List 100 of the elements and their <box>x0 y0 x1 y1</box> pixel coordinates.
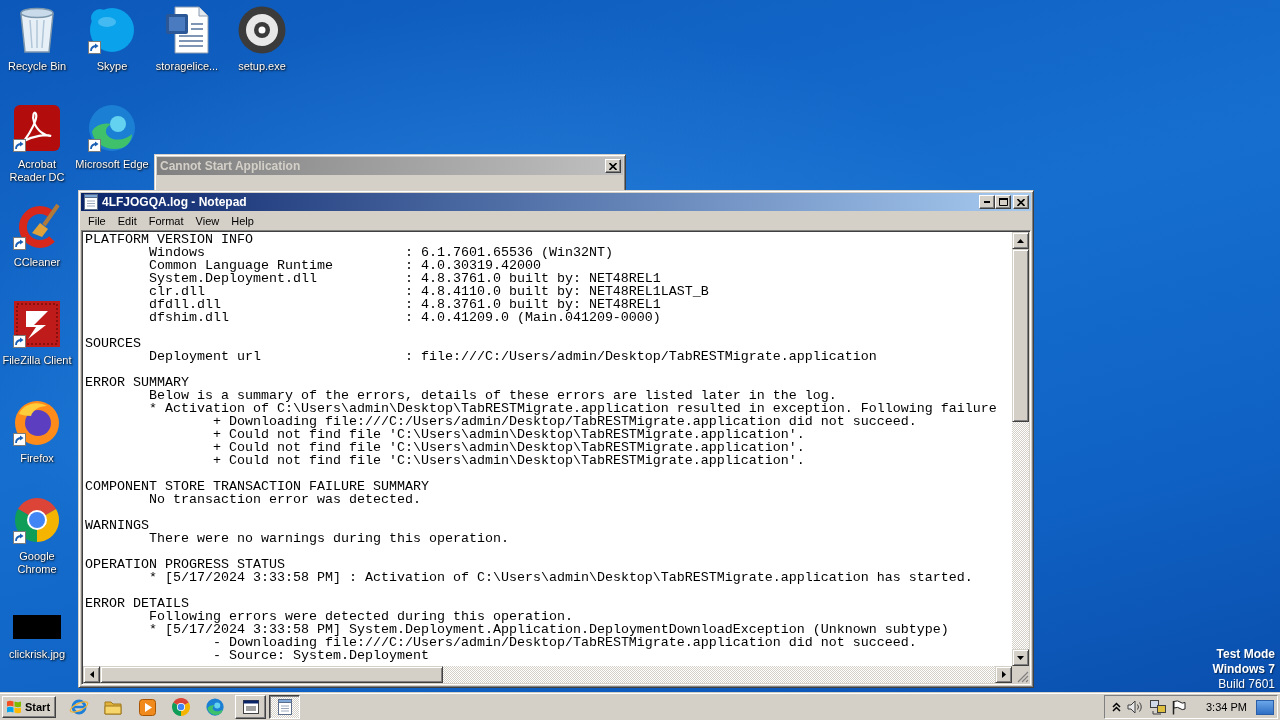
menu-item[interactable]: File <box>82 212 112 229</box>
os-build-text: Windows 7 <box>1212 662 1275 677</box>
browser-icon <box>13 398 61 446</box>
scroll-left-button[interactable] <box>83 666 100 683</box>
network-icon[interactable] <box>1150 699 1166 715</box>
maximize-icon <box>998 198 1008 206</box>
log-value: : 4.8.4110.0 built by: NET48REL1LAST_B <box>404 285 709 298</box>
scroll-down-button[interactable] <box>1012 649 1029 666</box>
text-editor[interactable] <box>83 232 1012 666</box>
close-button[interactable] <box>605 159 621 173</box>
close-icon <box>609 162 617 170</box>
log-line: * [5/17/2024 3:33:58 PM] System.Deployment.Application.DeploymentDownloadException (Unknown subtype) <box>149 623 949 636</box>
chevron-up-icon[interactable] <box>1112 702 1121 712</box>
log-value: : 4.8.3761.0 built by: NET48REL1 <box>404 272 661 285</box>
desktop-shortcut[interactable]: Acrobat Reader DC <box>0 101 74 186</box>
log-key: Windows <box>149 246 205 259</box>
start-button[interactable]: Start <box>2 696 56 718</box>
browser-icon <box>88 104 136 152</box>
media-player-icon[interactable] <box>138 698 156 716</box>
desktop-shortcut[interactable]: Google Chrome <box>0 493 74 578</box>
right-arrow-icon <box>1001 671 1006 678</box>
vertical-scrollbar[interactable] <box>1012 232 1029 666</box>
section-heading: SOURCES <box>85 337 141 350</box>
menu-item[interactable]: Format <box>142 212 190 229</box>
horizontal-scrollbar[interactable] <box>83 666 1012 683</box>
resize-grip-icon[interactable] <box>1017 671 1029 683</box>
document-icon <box>165 6 209 54</box>
window-title: Cannot Start Application <box>160 159 301 173</box>
left-arrow-icon <box>89 671 94 678</box>
log-line: + Could not find file 'C:\Users\admin\Desktop\TabRESTMigrate.application'. <box>212 454 805 467</box>
desktop-shortcut[interactable]: FileZilla Client <box>0 297 74 369</box>
browser-icon <box>14 497 60 543</box>
disc-icon <box>238 6 286 54</box>
section-heading: COMPONENT STORE TRANSACTION FAILURE SUMMARY <box>85 480 429 493</box>
section-heading: ERROR SUMMARY <box>85 376 189 389</box>
log-value: : 4.8.3761.0 built by: NET48REL1 <box>404 298 661 311</box>
scroll-up-button[interactable] <box>1012 232 1029 249</box>
browser-icon[interactable] <box>206 698 224 716</box>
os-build-text: Build 7601 <box>1218 677 1275 692</box>
minimize-icon <box>984 201 990 203</box>
flag-icon[interactable] <box>1172 699 1186 715</box>
up-arrow-icon <box>1017 238 1024 243</box>
log-line: * Activation of C:\Users\admin\Desktop\TabRESTMigrate.application resulted in exception. Following failure <box>149 402 997 415</box>
section-heading: WARNINGS <box>85 519 149 532</box>
log-line: There were no warnings during this operation. <box>149 532 509 545</box>
section-heading: ERROR DETAILS <box>85 597 189 610</box>
log-line: Following errors were detected during this operation. <box>149 610 573 623</box>
section-heading: OPERATION PROGRESS STATUS <box>85 558 285 571</box>
menu-item[interactable]: Edit <box>111 212 143 229</box>
photo-placeholder <box>13 615 61 639</box>
log-line: * [5/17/2024 3:33:58 PM] : Activation of C:\Users\admin\Desktop\TabRESTMigrate.application has started. <box>149 571 973 584</box>
browser-icon[interactable] <box>69 698 89 716</box>
show-desktop-button[interactable] <box>1256 699 1274 715</box>
log-line: - Source: System.Deployment <box>212 649 429 662</box>
speaker-icon[interactable] <box>1127 700 1144 714</box>
scroll-right-button[interactable] <box>995 666 1012 683</box>
log-key: Common Language Runtime <box>149 259 333 272</box>
log-line: No transaction error was detected. <box>149 493 421 506</box>
recycle-bin-icon <box>18 7 56 53</box>
log-value: : file:///C:/Users/admin/Desktop/TabRESTMigrate.application <box>404 350 877 363</box>
pdf-app-icon <box>14 105 60 151</box>
desktop-shortcut[interactable]: setup.exe <box>225 3 299 75</box>
log-key: Deployment url <box>149 350 261 363</box>
desktop-shortcut[interactable]: Firefox <box>0 395 74 467</box>
desktop-shortcut[interactable]: Recycle Bin <box>0 3 74 75</box>
window-icon <box>242 700 259 714</box>
log-key: clr.dll <box>149 285 205 298</box>
close-icon <box>1017 198 1025 206</box>
notepad-icon <box>84 194 98 210</box>
menu-item[interactable]: Help <box>225 212 260 229</box>
log-key: System.Deployment.dll <box>149 272 317 285</box>
log-line: + Downloading file:///C:/Users/admin/Desktop/TabRESTMigrate.application did not succeed. <box>212 415 917 428</box>
desktop-shortcut[interactable]: clickrisk.jpg <box>0 591 74 663</box>
log-value: : 4.0.41209.0 (Main.041209-0000) <box>404 311 661 324</box>
os-build-text: Test Mode <box>1216 647 1275 662</box>
notepad-icon <box>277 699 292 715</box>
log-line: + Could not find file 'C:\Users\admin\Desktop\TabRESTMigrate.application'. <box>212 428 805 441</box>
log-line: + Could not find file 'C:\Users\admin\Desktop\TabRESTMigrate.application'. <box>212 441 805 454</box>
window-title: 4LFJOGQA.log - Notepad <box>102 195 247 209</box>
windows-logo-icon <box>6 700 22 714</box>
desktop-shortcut[interactable]: storagelice... <box>150 3 224 75</box>
log-key: dfdll.dll <box>149 298 221 311</box>
taskbar-button[interactable] <box>269 695 300 719</box>
menu-item[interactable]: View <box>189 212 226 229</box>
ftp-app-icon <box>14 301 60 347</box>
log-value: : 4.0.30319.42000 <box>404 259 541 272</box>
maximize-button[interactable] <box>995 195 1011 209</box>
desktop-shortcut[interactable]: CCleaner <box>0 199 74 271</box>
chat-app-icon <box>89 7 135 53</box>
desktop-shortcut[interactable]: Microsoft Edge <box>75 101 149 173</box>
desktop-shortcut[interactable]: Skype <box>75 3 149 75</box>
close-button[interactable] <box>1013 195 1029 209</box>
clock[interactable]: 3:34 PM <box>1206 701 1247 713</box>
browser-icon[interactable] <box>172 698 190 716</box>
scrollbar-thumb[interactable] <box>1012 249 1029 422</box>
log-value: : 6.1.7601.65536 (Win32NT) <box>404 246 613 259</box>
log-line: Below is a summary of the errors, details of these errors are listed later in the log. <box>149 389 837 402</box>
scrollbar-thumb[interactable] <box>100 666 443 683</box>
minimize-button[interactable] <box>979 195 995 209</box>
section-heading: PLATFORM VERSION INFO <box>85 233 253 246</box>
